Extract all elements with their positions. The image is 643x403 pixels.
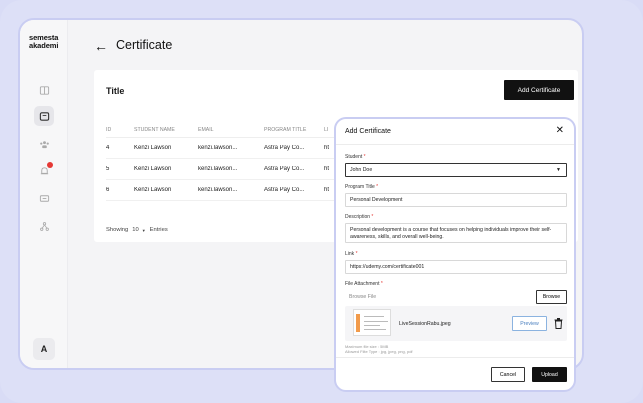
cell-email: kenzi.lawson...: [198, 145, 238, 151]
cell-program: Astra Pay Co...: [264, 166, 305, 172]
add-certificate-button[interactable]: Add Certificate: [504, 80, 574, 100]
network-icon: [39, 221, 49, 231]
cell-student-name: Kenzi Lawson: [134, 145, 172, 151]
sidebar-item-vouchers[interactable]: [34, 188, 54, 208]
program-title-input[interactable]: Personal Development: [345, 193, 567, 207]
preview-button[interactable]: Preview: [512, 316, 547, 331]
sidebar: semesta akademi A: [20, 20, 68, 368]
sidebar-item-notifications[interactable]: [34, 161, 54, 181]
certificate-icon: [39, 111, 49, 121]
chevron-down-icon: ▼: [556, 167, 561, 173]
cell-id: 5: [106, 166, 110, 172]
chevron-down-icon: ▼: [141, 227, 146, 233]
cell-program: Astra Pay Co...: [264, 145, 305, 151]
upload-button[interactable]: Upload: [532, 367, 567, 382]
cell-email: kenzi.lawson...: [198, 187, 238, 193]
modal-divider: [336, 144, 574, 145]
card-title: Title: [106, 86, 125, 96]
modal-title: Add Certificate: [345, 128, 391, 135]
page-size-select[interactable]: 10 ▼: [132, 227, 145, 233]
sidebar-item-courses[interactable]: [34, 80, 54, 100]
cell-email: kenzi.lawson...: [198, 166, 238, 172]
student-label: Student *: [345, 154, 366, 160]
cell-student-name: Kenzi Lawson: [134, 166, 172, 172]
sidebar-item-network[interactable]: [34, 216, 54, 236]
column-header-id[interactable]: ID: [106, 127, 134, 133]
link-input[interactable]: https://udemy.com/certificate001: [345, 260, 567, 274]
page-title: Certificate: [116, 38, 173, 52]
column-header-email[interactable]: EMAIL: [198, 127, 264, 133]
file-attachment-label: File Attachment *: [345, 281, 383, 287]
description-textarea[interactable]: Personal development is a course that fo…: [345, 223, 567, 243]
cell-program: Astra Pay Co...: [264, 187, 305, 193]
showing-label: Showing: [106, 227, 129, 233]
back-arrow-icon[interactable]: ←: [94, 38, 108, 54]
attachment-filename: LiveSessionRabu.jpeg: [399, 321, 451, 327]
browse-file-input[interactable]: Browse File: [345, 290, 533, 304]
notification-badge: [47, 162, 53, 168]
cell-id: 6: [106, 187, 110, 193]
cancel-button[interactable]: Cancel: [491, 367, 525, 382]
ticket-icon: [39, 194, 49, 202]
avatar[interactable]: A: [33, 338, 55, 360]
link-label: Link *: [345, 251, 358, 257]
trash-icon[interactable]: [554, 318, 563, 329]
cell-id: 4: [106, 145, 110, 151]
attachment-item: LiveSessionRabu.jpeg Preview: [345, 306, 567, 341]
pagination-size: Showing 10 ▼ Entries: [106, 227, 168, 233]
allowed-types-hint: Allowed Filte Type : jpg, jpeg, png, pdf: [345, 349, 413, 354]
entries-label: Entries: [149, 227, 168, 233]
add-certificate-modal: Add Certificate ✕ Student * John Doe ▼ P…: [334, 117, 576, 392]
modal-footer-divider: [336, 357, 574, 358]
sidebar-item-students[interactable]: [34, 134, 54, 154]
close-icon[interactable]: ✕: [556, 125, 564, 136]
column-header-program-title[interactable]: PROGRAM TITLE: [264, 127, 324, 133]
sidebar-item-certificate[interactable]: [34, 106, 54, 126]
book-icon: [39, 85, 49, 95]
column-header-student-name[interactable]: STUDENT NAME: [134, 127, 198, 133]
program-title-label: Program Title *: [345, 184, 379, 190]
users-icon: [39, 140, 49, 148]
student-select[interactable]: John Doe ▼: [345, 163, 567, 177]
browse-button[interactable]: Browse: [536, 290, 567, 304]
brand-logo[interactable]: semesta akademi: [29, 34, 58, 50]
description-label: Description *: [345, 214, 374, 220]
attachment-thumbnail[interactable]: [353, 309, 391, 336]
cell-student-name: Kenzi Lawson: [134, 187, 172, 193]
